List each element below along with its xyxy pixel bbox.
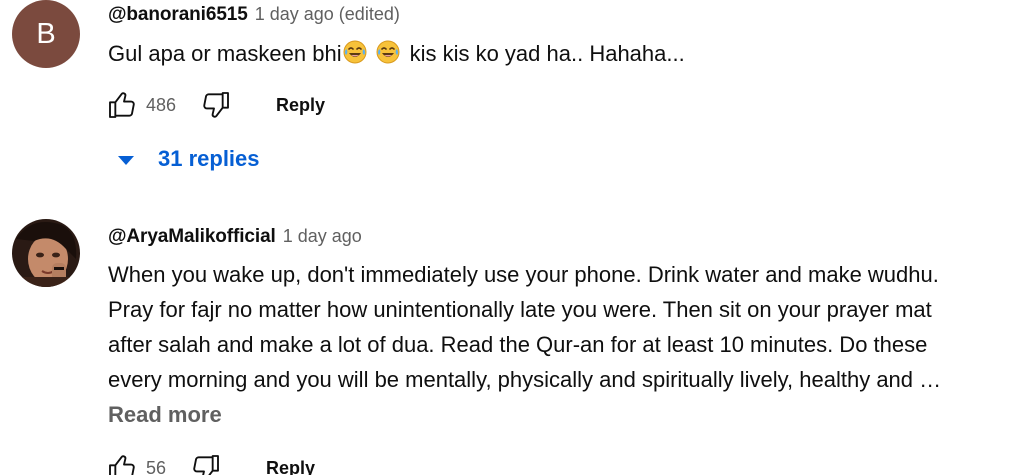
avatar-photo (12, 219, 80, 287)
caret-down-icon (118, 156, 134, 165)
comment-text-part: kis kis ko yad ha.. Hahaha... (409, 41, 685, 66)
comment-timestamp[interactable]: 1 day ago (edited) (255, 4, 400, 25)
reply-button[interactable]: Reply (266, 458, 315, 475)
read-more-button[interactable]: Read more (108, 402, 222, 428)
thumbs-down-icon (193, 455, 219, 475)
comment-timestamp[interactable]: 1 day ago (283, 226, 362, 247)
like-count: 56 (146, 457, 167, 475)
comments-section: B @banorani6515 1 day ago (edited) Gul a… (0, 0, 1024, 475)
comment-header: @AryaMalikofficial 1 day ago (108, 226, 362, 248)
like-button[interactable] (104, 87, 140, 123)
like-button[interactable] (104, 450, 140, 475)
comment-actions: 56 Reply (104, 452, 315, 475)
comment-text-line: after salah and make a lot of dua. Read … (108, 332, 928, 357)
face-with-tears-of-joy-icon (343, 39, 367, 74)
like-count: 486 (146, 94, 177, 115)
comment-header: @banorani6515 1 day ago (edited) (108, 4, 400, 26)
comment-text-line: every morning and you will be mentally, … (108, 367, 942, 392)
avatar-letter: B (36, 17, 56, 50)
comment-text-part: Gul apa or maskeen bhi (108, 41, 342, 66)
author-name[interactable]: @AryaMalikofficial (108, 226, 276, 248)
dislike-button[interactable] (198, 87, 234, 123)
comment-actions: 486 Reply (104, 89, 325, 121)
face-with-tears-of-joy-icon (376, 39, 400, 74)
comment-text: Gul apa or maskeen bhi kis kis ko yad ha… (108, 36, 685, 74)
comment-text-line: Pray for fajr no matter how unintentiona… (108, 297, 932, 322)
comment-text-line: When you wake up, don't immediately use … (108, 262, 939, 287)
dislike-button[interactable] (188, 450, 224, 475)
reply-button[interactable]: Reply (276, 95, 325, 116)
comment-text: When you wake up, don't immediately use … (108, 257, 941, 397)
avatar[interactable] (12, 219, 80, 287)
replies-count-label: 31 replies (158, 146, 260, 171)
view-replies-button[interactable]: 31 replies (118, 146, 260, 172)
thumbs-up-icon (109, 92, 135, 118)
thumbs-up-icon (109, 455, 135, 475)
author-name[interactable]: @banorani6515 (108, 4, 248, 26)
avatar[interactable]: B (12, 0, 80, 68)
thumbs-down-icon (203, 92, 229, 118)
